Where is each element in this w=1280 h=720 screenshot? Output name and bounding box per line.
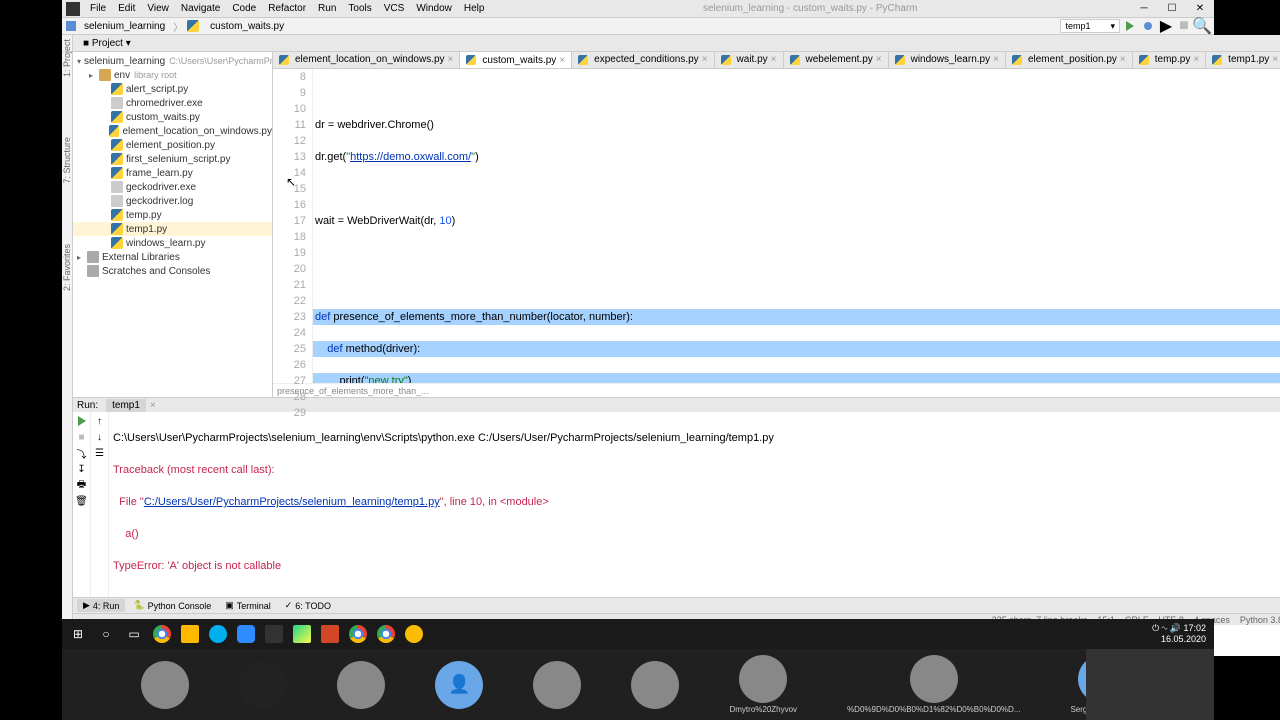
run-with-coverage-button[interactable]: ▶ <box>1158 18 1174 34</box>
bottom-tab-terminal[interactable]: ▣ Terminal <box>219 599 277 612</box>
skype-icon[interactable] <box>204 620 232 648</box>
chrome2-icon[interactable] <box>344 620 372 648</box>
stop-button[interactable]: ■ <box>1176 18 1192 34</box>
filter-button[interactable]: ☰ <box>93 446 107 460</box>
project-tree[interactable]: ▾selenium_learningC:\Users\User\PycharmP… <box>73 52 273 397</box>
sidebar-project[interactable]: 1: Project <box>62 39 72 77</box>
canary-icon[interactable] <box>400 620 428 648</box>
run-config-select[interactable]: temp1▾ <box>1060 19 1120 33</box>
bottom-tab-python-console[interactable]: 🐍 Python Console <box>127 599 217 612</box>
tree-item-selected: temp1.py <box>73 222 272 236</box>
run-label: Run: <box>77 400 98 411</box>
toggle-soft-wrap[interactable]: ⤵ <box>75 446 89 460</box>
chrome-icon[interactable] <box>148 620 176 648</box>
editor-tabs[interactable]: element_location_on_windows.py× custom_w… <box>273 52 1280 69</box>
editor-breadcrumb[interactable]: presence_of_elements_more_than_... <box>273 383 1280 397</box>
scroll-to-end[interactable]: ↧ <box>75 462 89 476</box>
chrome3-icon[interactable] <box>372 620 400 648</box>
video-call-bar[interactable]: 👤 Dmytro%20Zhyvov %D0%9D%D0%B0%D1%82%D0%… <box>62 649 1214 720</box>
line-gutter[interactable]: 8910111213141516171819202122232425262728… <box>273 69 313 383</box>
menu-help[interactable]: Help <box>458 1 491 16</box>
debug-button[interactable] <box>1140 18 1156 34</box>
menu-run[interactable]: Run <box>312 1 342 16</box>
task-view-icon[interactable]: ▭ <box>120 620 148 648</box>
print-button[interactable]: 🖶 <box>75 478 89 492</box>
app-icon <box>66 2 80 16</box>
py-file-icon <box>187 20 199 32</box>
avatar[interactable] <box>141 661 189 709</box>
rerun-button[interactable] <box>75 414 89 428</box>
self-video[interactable] <box>1086 649 1214 720</box>
search-everywhere-button[interactable]: 🔍 <box>1194 18 1210 34</box>
avatar-muted[interactable] <box>239 661 287 709</box>
chevron-down-icon: ▾ <box>1110 21 1115 32</box>
bottom-tab-run[interactable]: ▶ 4: Run <box>77 599 125 612</box>
code-editor[interactable]: dr = webdriver.Chrome() dr.get("https://… <box>313 69 1280 383</box>
menu-view[interactable]: View <box>141 1 175 16</box>
system-clock[interactable]: ⏻ ∿ 🔊 17:02 16.05.2020 <box>1152 623 1212 645</box>
menu-file[interactable]: File <box>84 1 112 16</box>
sidebar-structure[interactable]: 7: Structure <box>62 137 72 184</box>
explorer-icon[interactable] <box>176 620 204 648</box>
menu-window[interactable]: Window <box>410 1 458 16</box>
menu-refactor[interactable]: Refactor <box>262 1 312 16</box>
avatar[interactable] <box>631 661 679 709</box>
up-stack-button[interactable]: ↑ <box>93 414 107 428</box>
menu-code[interactable]: Code <box>226 1 262 16</box>
menu-edit[interactable]: Edit <box>112 1 141 16</box>
terminal-icon[interactable] <box>260 620 288 648</box>
powerpoint-icon[interactable] <box>316 620 344 648</box>
breadcrumb-project[interactable]: selenium_learning <box>80 20 169 33</box>
menu-tools[interactable]: Tools <box>342 1 377 16</box>
search-icon[interactable]: ○ <box>92 620 120 648</box>
breadcrumb-file[interactable]: custom_waits.py <box>206 20 288 33</box>
project-tab-label[interactable]: ■ Project ▾ <box>83 38 131 49</box>
maximize-button[interactable]: ☐ <box>1158 1 1186 17</box>
run-tab[interactable]: temp1 <box>106 399 146 412</box>
taskbar[interactable]: ⊞ ○ ▭ ⏻ ∿ 🔊 17:02 16.05.2020 <box>62 619 1214 649</box>
avatar[interactable] <box>337 661 385 709</box>
bottom-tab-todo[interactable]: ✓ 6: TODO <box>279 599 337 612</box>
run-button[interactable] <box>1122 18 1138 34</box>
pycharm-icon[interactable] <box>288 620 316 648</box>
close-button[interactable]: ✕ <box>1186 1 1214 17</box>
clear-button[interactable]: 🗑 <box>75 494 89 508</box>
status-interpreter[interactable]: Python 3.8 (selenium_learning) <box>1240 615 1280 625</box>
sidebar-favorites[interactable]: 2: Favorites <box>62 244 72 291</box>
avatar[interactable] <box>533 661 581 709</box>
avatar[interactable]: 👤 <box>435 661 483 709</box>
start-button[interactable]: ⊞ <box>64 620 92 648</box>
avatar[interactable] <box>739 655 787 703</box>
project-icon <box>66 21 76 31</box>
menu-navigate[interactable]: Navigate <box>175 1 226 16</box>
menu-vcs[interactable]: VCS <box>378 1 411 16</box>
stop-run-button[interactable]: ■ <box>75 430 89 444</box>
avatar[interactable] <box>910 655 958 703</box>
minimize-button[interactable]: ─ <box>1130 1 1158 17</box>
zoom-icon[interactable] <box>232 620 260 648</box>
window-title: selenium_learning - custom_waits.py - Py… <box>490 3 1130 14</box>
down-stack-button[interactable]: ↓ <box>93 430 107 444</box>
